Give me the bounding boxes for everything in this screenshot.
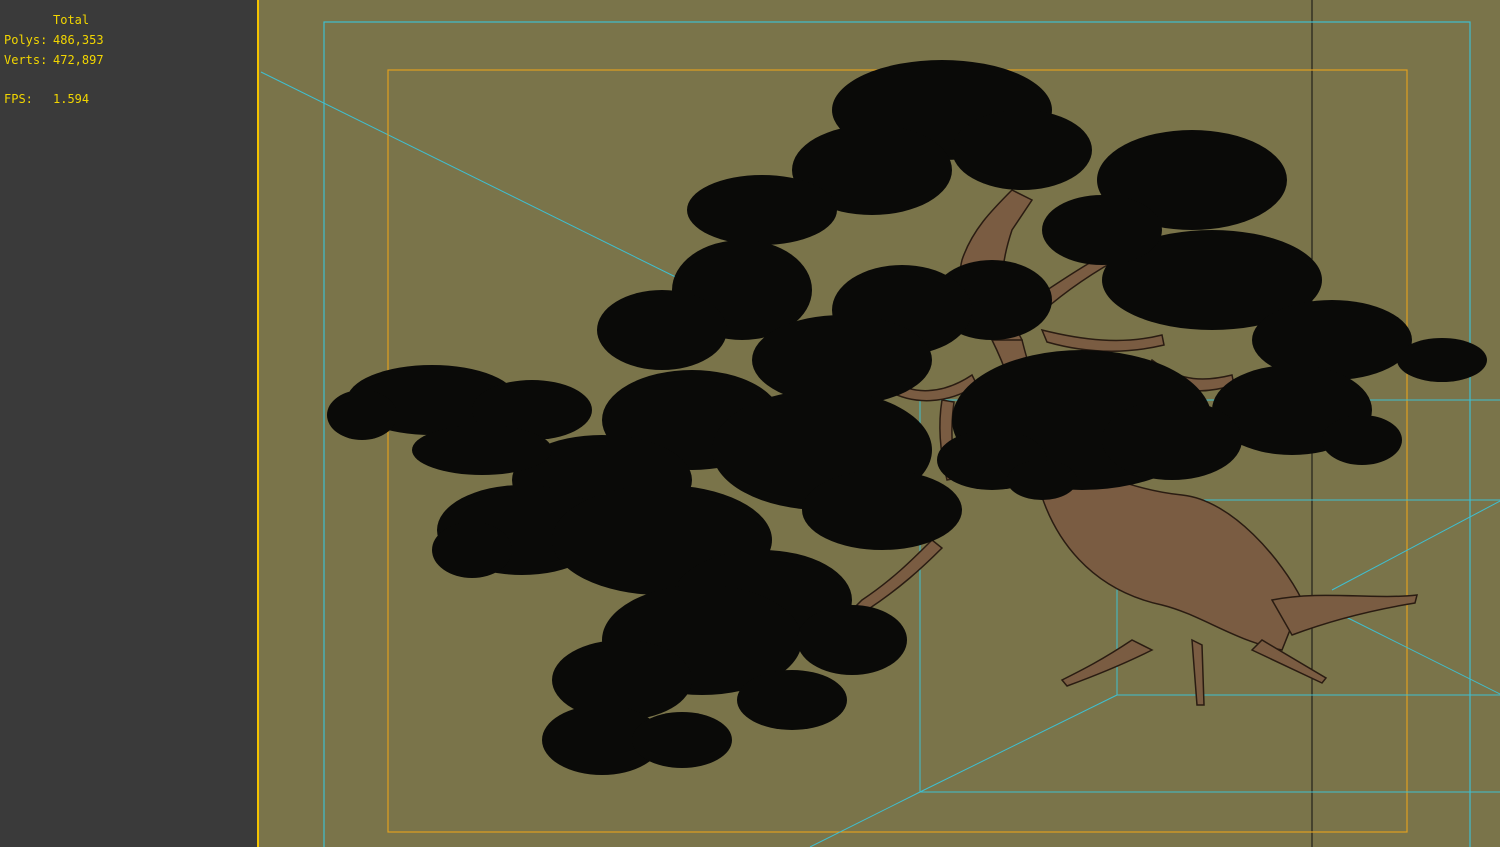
perspective-viewport[interactable] [257, 0, 1500, 847]
polys-value: 486,353 [53, 33, 104, 47]
stats-panel: Total Polys: 486,353 Verts: 472,897 FPS:… [0, 0, 257, 847]
verts-value: 472,897 [53, 53, 104, 67]
stats-header: Total [53, 13, 90, 27]
fps-label: FPS: [4, 92, 33, 106]
verts-label: Verts: [4, 53, 48, 67]
bonsai-tree-model[interactable] [327, 60, 1487, 775]
fps-value: 1.594 [53, 92, 90, 106]
tree-foliage [327, 60, 1487, 775]
viewport-canvas [260, 0, 1500, 847]
polys-label: Polys: [4, 33, 48, 47]
camera-guide-line [260, 71, 703, 291]
